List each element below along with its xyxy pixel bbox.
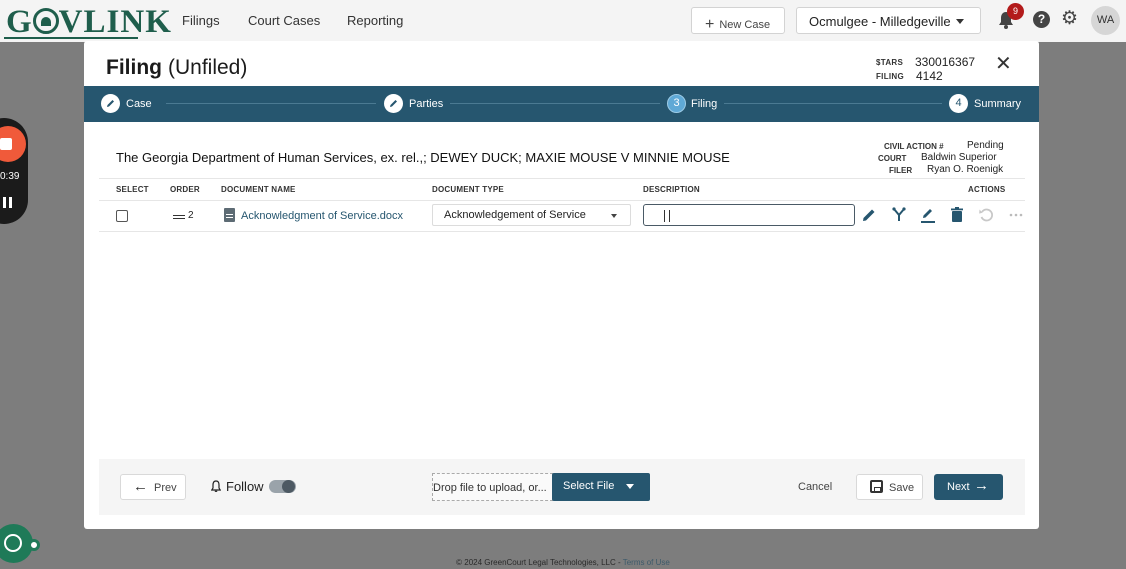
arrow-right-icon: →: [974, 477, 989, 494]
filer-value: Ryan O. Roenigk: [927, 164, 1004, 175]
step-case-icon[interactable]: [101, 94, 120, 113]
caret-down-icon: [956, 19, 964, 24]
table-header-divider: [99, 200, 1025, 201]
stars-value: 330016367: [915, 55, 976, 69]
pencil-icon: [390, 100, 397, 107]
terms-link[interactable]: Terms of Use: [623, 558, 670, 567]
filing-stepper: Case Parties 3 Filing 4 Summary: [84, 86, 1039, 122]
merge-icon[interactable]: [890, 206, 908, 224]
case-style-title: The Georgia Department of Human Services…: [116, 150, 730, 165]
civil-action-label: CIVIL ACTION #: [884, 142, 944, 151]
more-options-icon[interactable]: [1007, 206, 1025, 224]
drag-handle-icon[interactable]: [173, 215, 185, 219]
sign-icon[interactable]: [919, 206, 937, 224]
filing-status: (Unfiled): [168, 56, 248, 79]
caret-down-icon: [611, 214, 617, 218]
file-drop-zone[interactable]: Drop file to upload, or...: [432, 473, 553, 501]
plus-icon: +: [705, 16, 715, 33]
chat-status-dot: [28, 539, 40, 551]
document-type-select[interactable]: Acknowledgement of Service: [432, 204, 631, 226]
step-summary-label[interactable]: Summary: [974, 98, 1021, 110]
court-value: Baldwin Superior: [921, 152, 997, 163]
edit-pencil-icon[interactable]: [860, 206, 878, 224]
copyright-footer: © 2024 GreenCourt Legal Technologies, LL…: [0, 558, 1126, 567]
court-label: COURT: [878, 154, 907, 163]
logo-dome-icon: [32, 8, 59, 34]
cancel-button[interactable]: Cancel: [798, 481, 832, 493]
step-connector: [166, 103, 376, 104]
step-connector: [724, 103, 942, 104]
table-top-divider: [99, 178, 1025, 179]
stars-label: $TARS: [876, 58, 904, 67]
follow-bell-icon: [211, 480, 221, 492]
govlink-logo[interactable]: G VLINK: [6, 4, 172, 41]
pause-recording-icon[interactable]: [3, 197, 13, 208]
filing-modal: Filing (Unfiled) $TARS 330016367 FILING 4…: [84, 41, 1039, 529]
modal-title: Filing (Unfiled): [106, 56, 247, 80]
prev-label: Prev: [154, 482, 177, 494]
select-file-button[interactable]: Select File: [552, 473, 650, 501]
caret-down-icon: [626, 484, 634, 489]
step-filing-number[interactable]: 3: [667, 94, 686, 113]
close-icon[interactable]: ✕: [995, 54, 1012, 74]
next-label: Next: [947, 481, 970, 493]
select-file-label: Select File: [563, 480, 615, 492]
logo-underline: [4, 37, 138, 39]
recording-timer: 0:39: [0, 171, 20, 182]
table-row-divider: [99, 231, 1025, 232]
row-order: 2: [188, 210, 194, 221]
prev-button[interactable]: ← Prev: [120, 474, 186, 500]
follow-toggle[interactable]: [269, 480, 296, 493]
col-header-select: SELECT: [116, 185, 149, 194]
help-icon[interactable]: ?: [1033, 11, 1050, 28]
save-button[interactable]: Save: [856, 474, 923, 500]
step-parties-icon[interactable]: [384, 94, 403, 113]
nav-court-cases[interactable]: Court Cases: [248, 13, 320, 28]
save-label: Save: [889, 482, 915, 494]
row-select-checkbox[interactable]: [116, 210, 128, 222]
app-header: G VLINK Filings Court Cases Reporting + Ne…: [0, 0, 1126, 42]
step-case-label[interactable]: Case: [126, 98, 152, 110]
copyright-text: © 2024 GreenCourt Legal Technologies, LL…: [456, 558, 623, 567]
floppy-save-icon: [870, 480, 883, 493]
settings-gear-icon[interactable]: ⚙: [1061, 8, 1078, 30]
follow-label: Follow: [226, 479, 264, 494]
filing-id-value: 4142: [916, 69, 943, 83]
pencil-icon: [107, 100, 114, 107]
step-filing-label[interactable]: Filing: [691, 98, 717, 110]
undo-icon[interactable]: [977, 206, 995, 224]
new-case-button[interactable]: + New Case: [691, 7, 785, 34]
text-cursor-icon: [664, 210, 670, 222]
user-avatar[interactable]: WA: [1091, 6, 1120, 35]
col-header-actions: ACTIONS: [968, 185, 1006, 194]
modal-title-text: Filing: [106, 56, 162, 79]
notification-count-badge: 9: [1007, 3, 1024, 20]
col-header-order: ORDER: [170, 185, 200, 194]
new-case-label: New Case: [719, 19, 771, 31]
modal-action-bar: ← Prev Follow Drop file to upload, or...…: [99, 459, 1025, 515]
delete-trash-icon[interactable]: [948, 206, 966, 224]
court-selector-value: Ocmulgee - Milledgeville: [809, 14, 951, 29]
col-header-document-type: DOCUMENT TYPE: [432, 185, 504, 194]
arrow-left-icon: ←: [133, 478, 148, 495]
step-connector: [450, 103, 660, 104]
description-input[interactable]: [643, 204, 855, 226]
filer-label: FILER: [889, 166, 913, 175]
step-summary-number[interactable]: 4: [949, 94, 968, 113]
step-parties-label[interactable]: Parties: [409, 98, 443, 110]
document-name-link[interactable]: Acknowledgment of Service.docx: [241, 210, 403, 222]
civil-action-value: Pending: [967, 140, 1004, 151]
col-header-document-name: DOCUMENT NAME: [221, 185, 296, 194]
court-selector[interactable]: Ocmulgee - Milledgeville: [796, 7, 981, 34]
filing-id-label: FILING: [876, 72, 905, 81]
document-type-value: Acknowledgement of Service: [444, 209, 586, 221]
next-button[interactable]: Next →: [934, 474, 1003, 500]
nav-reporting[interactable]: Reporting: [347, 13, 403, 28]
document-file-icon: [224, 208, 235, 222]
nav-filings[interactable]: Filings: [182, 13, 220, 28]
col-header-description: DESCRIPTION: [643, 185, 700, 194]
